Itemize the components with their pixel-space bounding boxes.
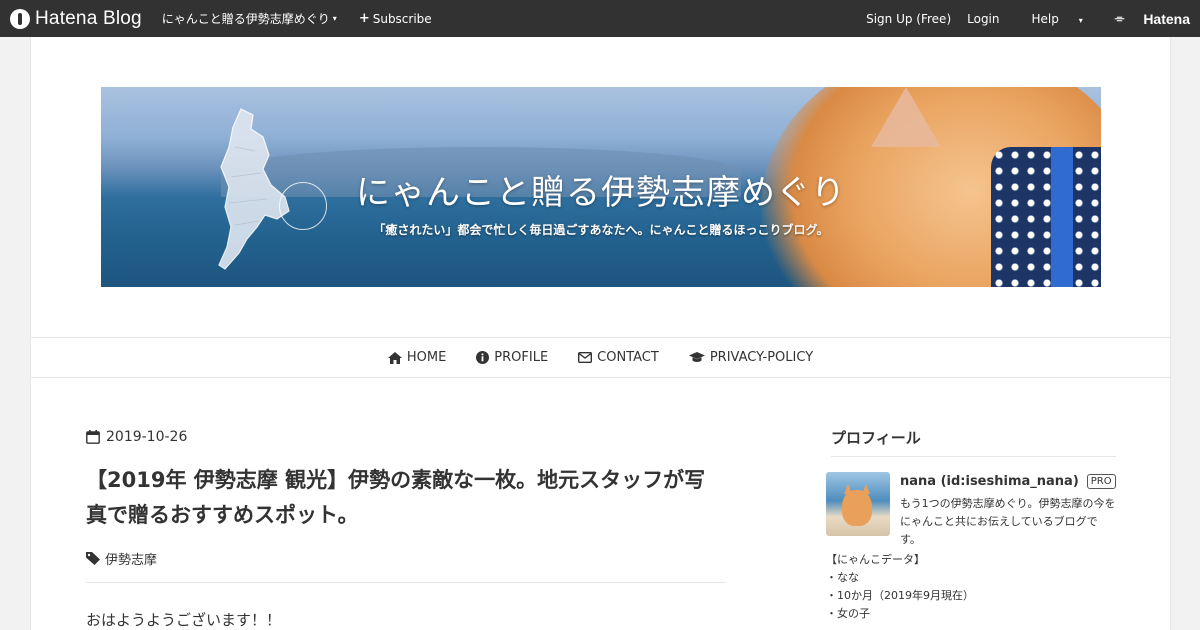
hatena-blog-logo-icon xyxy=(10,8,30,29)
pro-badge[interactable]: PRO xyxy=(1086,474,1116,489)
header-account-links: Sign Up (Free) Login Help ▾ ⌯ Hatena xyxy=(850,11,1200,27)
nav-item-label: PROFILE xyxy=(494,350,549,365)
info-circle-icon xyxy=(476,351,490,364)
hatena-mark-icon: ⌯ xyxy=(1114,11,1125,25)
hatena-global-header: Hatena Blog にゃんこと贈る伊勢志摩めぐり ▾ + Subscribe… xyxy=(0,0,1200,37)
hatena-blog-logo[interactable]: Hatena Blog xyxy=(10,8,142,30)
nav-item-privacy-policy[interactable]: PRIVACY-POLICY xyxy=(688,350,814,365)
blog-title[interactable]: にゃんこと贈る伊勢志摩めぐり xyxy=(101,165,1101,214)
nav-item-label: CONTACT xyxy=(597,350,659,365)
nav-item-profile[interactable]: PROFILE xyxy=(476,350,548,365)
blog-switch-label: にゃんこと贈る伊勢志摩めぐり xyxy=(161,12,330,26)
entry-date[interactable]: 2019-10-26 xyxy=(86,427,726,447)
global-nav: HOME PROFILE CONTACT PRIVACY-POLICY xyxy=(31,337,1170,378)
help-dropdown[interactable]: Help ▾ xyxy=(1016,12,1083,26)
category-link[interactable]: 伊勢志摩 xyxy=(105,549,157,568)
graduation-cap-icon xyxy=(688,352,705,362)
profile-line: 【にゃんこデータ】 xyxy=(826,553,925,566)
profile-line: ・10か月（2019年9月現在） xyxy=(826,589,974,602)
help-label: Help xyxy=(1031,11,1059,26)
entry-date-text: 2019-10-26 xyxy=(106,429,188,445)
profile-name-link[interactable]: nana (id:iseshima_nana) xyxy=(900,474,1079,489)
profile-line: ・女の子 xyxy=(826,607,870,620)
nav-item-home[interactable]: HOME xyxy=(387,350,447,365)
profile-line: ・なな xyxy=(826,571,859,584)
nav-item-contact[interactable]: CONTACT xyxy=(578,350,659,365)
hatena-logo-label: Hatena xyxy=(1143,10,1190,27)
profile-extra-text: 【にゃんこデータ】 ・なな ・10か月（2019年9月現在） ・女の子 xyxy=(826,551,1116,623)
profile-name-row: nana (id:iseshima_nana) PRO xyxy=(900,474,1116,489)
blog-description: 「癒されたい」都会で忙しく毎日過ごすあなたへ。にゃんこと贈るほっこりブログ。 xyxy=(373,223,829,237)
blog-switch-dropdown[interactable]: にゃんこと贈る伊勢志摩めぐり ▾ xyxy=(162,10,337,27)
blog-container: にゃんこと贈る伊勢志摩めぐり 「癒されたい」都会で忙しく毎日過ごすあなたへ。にゃ… xyxy=(30,37,1171,630)
envelope-icon xyxy=(578,352,593,363)
profile-info: nana (id:iseshima_nana) PRO もう1つの伊勢志摩めぐり… xyxy=(900,472,1116,549)
caret-down-icon: ▾ xyxy=(1078,15,1083,25)
login-link[interactable]: Login xyxy=(967,12,999,26)
calendar-icon xyxy=(86,430,100,444)
sidebar-profile-module: プロフィール nana (id:iseshima_nana) PRO もう1つの… xyxy=(826,427,1116,623)
tag-icon xyxy=(86,552,100,565)
signup-link[interactable]: Sign Up (Free) xyxy=(866,12,951,26)
hatena-logo[interactable]: ⌯ Hatena xyxy=(1099,11,1190,27)
sidebar-module-title: プロフィール xyxy=(831,427,1116,457)
nav-item-label: PRIVACY-POLICY xyxy=(709,350,814,365)
subscribe-label: Subscribe xyxy=(372,11,432,26)
avatar-cat xyxy=(842,490,872,526)
plus-icon: + xyxy=(358,11,370,26)
home-icon xyxy=(387,351,402,364)
brand-name: Hatena Blog xyxy=(35,7,142,29)
profile-description: もう1つの伊勢志摩めぐり。伊勢志摩の今をにゃんこと共にお伝えしているブログです。 xyxy=(900,497,1116,546)
profile-summary: nana (id:iseshima_nana) PRO もう1つの伊勢志摩めぐり… xyxy=(826,472,1116,549)
entry-body-text: おはようようございます！！ xyxy=(86,611,282,629)
caret-down-icon: ▾ xyxy=(332,14,337,23)
nav-item-label: HOME xyxy=(406,350,447,365)
avatar[interactable] xyxy=(826,472,890,536)
entry-article: 2019-10-26 【2019年 伊勢志摩 観光】伊勢の素敵な一枚。地元スタッ… xyxy=(86,427,726,630)
entry-categories: 伊勢志摩 xyxy=(86,549,726,583)
subscribe-button[interactable]: + Subscribe xyxy=(359,11,432,26)
entry-title[interactable]: 【2019年 伊勢志摩 観光】伊勢の素敵な一枚。地元スタッフが写真で贈るおすすめ… xyxy=(86,463,726,533)
blog-header-banner[interactable]: にゃんこと贈る伊勢志摩めぐり 「癒されたい」都会で忙しく毎日過ごすあなたへ。にゃ… xyxy=(101,87,1101,287)
